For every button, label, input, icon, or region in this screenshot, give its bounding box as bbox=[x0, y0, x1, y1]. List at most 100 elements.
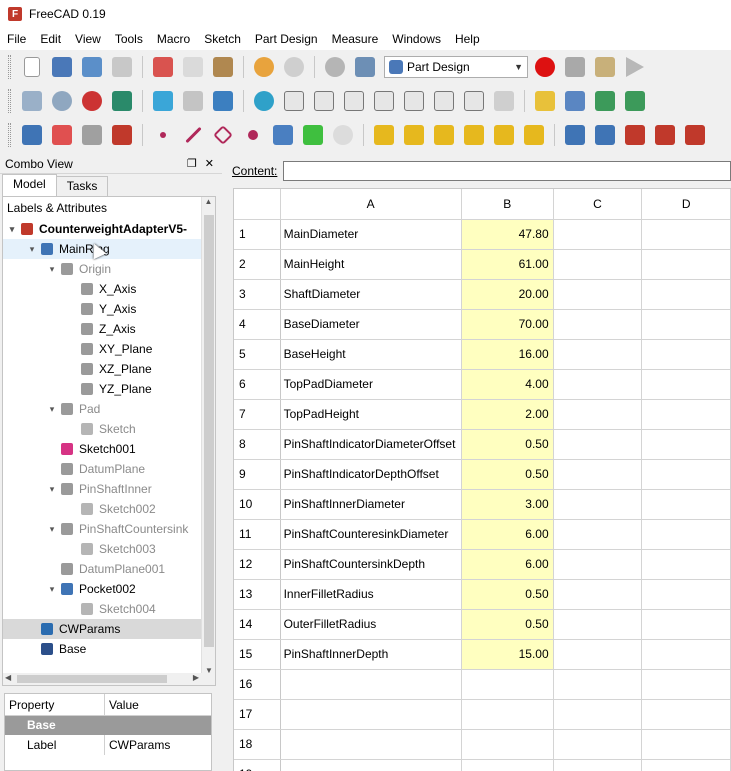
refresh-button[interactable] bbox=[322, 54, 348, 80]
save-as-button[interactable] bbox=[109, 54, 135, 80]
row-header[interactable]: 4 bbox=[234, 309, 281, 340]
cell-d[interactable] bbox=[641, 459, 731, 490]
workbench-selector[interactable]: Part Design ▼ bbox=[384, 56, 528, 78]
cell-c[interactable] bbox=[553, 579, 643, 610]
row-header[interactable]: 1 bbox=[234, 219, 281, 250]
cell-a[interactable]: PinShaftInnerDepth bbox=[280, 639, 462, 670]
cell-a[interactable] bbox=[280, 759, 462, 771]
row-header[interactable]: 11 bbox=[234, 519, 281, 550]
cell-a[interactable]: PinShaftInnerDiameter bbox=[280, 489, 462, 520]
std-views-button[interactable] bbox=[251, 88, 277, 114]
cell-b[interactable]: 15.00 bbox=[461, 639, 554, 670]
link-actions-button[interactable] bbox=[622, 88, 648, 114]
cell-d[interactable] bbox=[641, 429, 731, 460]
row-header[interactable]: 18 bbox=[234, 729, 281, 760]
left-view-button[interactable] bbox=[461, 88, 487, 114]
cell-a[interactable]: BaseDiameter bbox=[280, 309, 462, 340]
stop-macro-button[interactable] bbox=[562, 54, 588, 80]
cell-c[interactable] bbox=[553, 369, 643, 400]
cell-b[interactable]: 3.00 bbox=[461, 489, 554, 520]
cell-d[interactable] bbox=[641, 669, 731, 700]
create-part-button[interactable] bbox=[532, 88, 558, 114]
top-view-button[interactable] bbox=[341, 88, 367, 114]
cell-b[interactable]: 61.00 bbox=[461, 249, 554, 280]
cell-c[interactable] bbox=[553, 459, 643, 490]
property-group-base[interactable]: Base bbox=[5, 716, 211, 735]
tree-item[interactable]: Z_Axis bbox=[3, 319, 201, 339]
scroll-up-icon[interactable]: ▲ bbox=[202, 197, 215, 206]
cell-c[interactable] bbox=[553, 549, 643, 580]
cell-d[interactable] bbox=[641, 489, 731, 520]
row-header[interactable]: 17 bbox=[234, 699, 281, 730]
hole-button[interactable] bbox=[592, 122, 618, 148]
cell-c[interactable] bbox=[553, 219, 643, 250]
sync-view-button[interactable] bbox=[210, 88, 236, 114]
cell-c[interactable] bbox=[553, 519, 643, 550]
groove-button[interactable] bbox=[622, 122, 648, 148]
cell-b[interactable]: 0.50 bbox=[461, 429, 554, 460]
cell-b[interactable]: 2.00 bbox=[461, 399, 554, 430]
undo-button[interactable] bbox=[251, 54, 277, 80]
column-header-c[interactable]: C bbox=[553, 189, 643, 220]
cell-a[interactable]: MainHeight bbox=[280, 249, 462, 280]
isometric-button[interactable] bbox=[281, 88, 307, 114]
tree-vertical-scrollbar[interactable]: ▲ ▼ bbox=[201, 197, 215, 675]
cell-b[interactable]: 20.00 bbox=[461, 279, 554, 310]
row-header[interactable]: 3 bbox=[234, 279, 281, 310]
tree-item[interactable]: Base bbox=[3, 639, 201, 659]
cell-c[interactable] bbox=[553, 609, 643, 640]
whats-this-button[interactable] bbox=[352, 54, 378, 80]
subtractive-loft-button[interactable] bbox=[652, 122, 678, 148]
expand-arrow-icon[interactable]: ▾ bbox=[45, 584, 59, 595]
tree-item[interactable]: YZ_Plane bbox=[3, 379, 201, 399]
cell-a[interactable] bbox=[280, 729, 462, 760]
tree-item[interactable]: Sketch002 bbox=[3, 499, 201, 519]
measure-distance-button[interactable] bbox=[491, 88, 517, 114]
row-header[interactable]: 5 bbox=[234, 339, 281, 370]
row-header[interactable]: 7 bbox=[234, 399, 281, 430]
cell-b[interactable] bbox=[461, 669, 554, 700]
subtractive-pipe-button[interactable] bbox=[682, 122, 708, 148]
menu-windows[interactable]: Windows bbox=[385, 28, 448, 50]
cell-a[interactable]: ShaftDiameter bbox=[280, 279, 462, 310]
cell-c[interactable] bbox=[553, 669, 643, 700]
row-header[interactable]: 8 bbox=[234, 429, 281, 460]
tree-item[interactable]: Sketch004 bbox=[3, 599, 201, 619]
right-view-button[interactable] bbox=[371, 88, 397, 114]
cell-c[interactable] bbox=[553, 489, 643, 520]
expand-arrow-icon[interactable]: ▾ bbox=[25, 244, 39, 255]
record-macro-button[interactable] bbox=[532, 54, 558, 80]
loft-button[interactable] bbox=[431, 122, 457, 148]
cut-button[interactable] bbox=[150, 54, 176, 80]
open-button[interactable] bbox=[49, 54, 75, 80]
menu-sketch[interactable]: Sketch bbox=[197, 28, 248, 50]
cell-b[interactable] bbox=[461, 729, 554, 760]
close-icon[interactable]: ✕ bbox=[205, 157, 214, 170]
sheep-button[interactable] bbox=[330, 122, 356, 148]
bottom-view-button[interactable] bbox=[431, 88, 457, 114]
validate-sketch-button[interactable] bbox=[79, 122, 105, 148]
back-button[interactable] bbox=[150, 88, 176, 114]
cell-b[interactable]: 0.50 bbox=[461, 579, 554, 610]
cell-b[interactable]: 0.50 bbox=[461, 609, 554, 640]
tab-tasks[interactable]: Tasks bbox=[55, 176, 109, 196]
menu-part-design[interactable]: Part Design bbox=[248, 28, 325, 50]
row-header[interactable]: 2 bbox=[234, 249, 281, 280]
cell-b[interactable]: 70.00 bbox=[461, 309, 554, 340]
additive-primitive-button[interactable] bbox=[521, 122, 547, 148]
cell-c[interactable] bbox=[553, 279, 643, 310]
cell-b[interactable]: 6.00 bbox=[461, 549, 554, 580]
expand-arrow-icon[interactable]: ▾ bbox=[45, 524, 59, 535]
cell-c[interactable] bbox=[553, 639, 643, 670]
cell-d[interactable] bbox=[641, 369, 731, 400]
subshape-binder-button[interactable] bbox=[300, 122, 326, 148]
expand-arrow-icon[interactable]: ▾ bbox=[5, 224, 19, 235]
expand-arrow-icon[interactable]: ▾ bbox=[45, 484, 59, 495]
menu-tools[interactable]: Tools bbox=[108, 28, 150, 50]
cell-d[interactable] bbox=[641, 699, 731, 730]
tree-item[interactable]: Sketch001 bbox=[3, 439, 201, 459]
toolbar-grip[interactable] bbox=[8, 123, 11, 147]
front-view-button[interactable] bbox=[311, 88, 337, 114]
cell-a[interactable]: MainDiameter bbox=[280, 219, 462, 250]
scrollbar-thumb[interactable] bbox=[17, 675, 167, 683]
